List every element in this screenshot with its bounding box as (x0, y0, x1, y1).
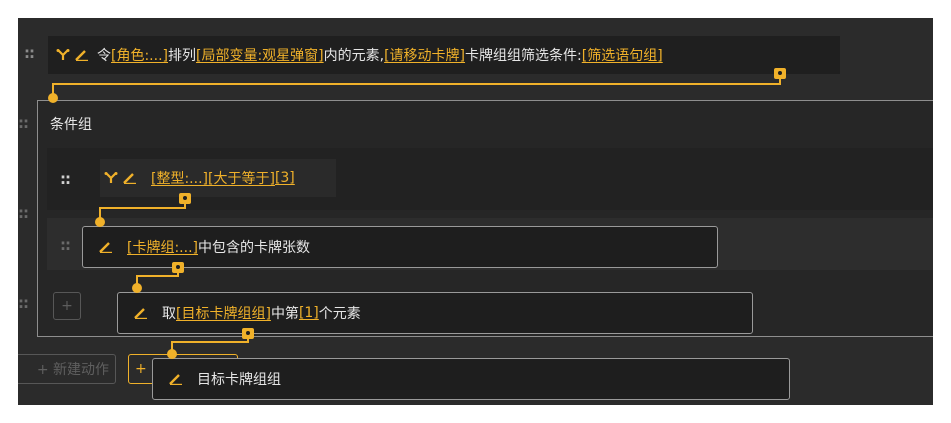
value-link[interactable]: [3] (275, 170, 295, 186)
variable-link[interactable]: [局部变量:观星弹窗] (196, 45, 324, 65)
pencil-icon[interactable] (134, 307, 148, 319)
new-action-button[interactable]: + 新建动作 (18, 354, 116, 384)
drag-handle-icon[interactable]: :: (60, 236, 71, 254)
action-prefix: 令 (97, 48, 111, 64)
int-compare-block[interactable]: [整型:...] [大于等于] [3] (100, 159, 336, 197)
pencil-icon[interactable] (123, 172, 137, 184)
action-text-1: 排列 (168, 48, 196, 64)
filter-link[interactable]: [筛选语句组] (582, 45, 663, 65)
action-text-2: 内的元素, (323, 48, 385, 64)
target-group-link[interactable]: [目标卡牌组组] (176, 303, 271, 323)
drag-handle-icon[interactable]: :: (24, 44, 35, 62)
take-suffix: 个元素 (318, 306, 361, 322)
index-link[interactable]: [1] (299, 305, 319, 321)
move-card-link[interactable]: [请移动卡牌] (384, 45, 465, 65)
operator-link[interactable]: [大于等于] (208, 168, 275, 188)
drag-handle-icon[interactable]: :: (18, 114, 29, 132)
drag-handle-icon[interactable]: :: (18, 204, 29, 222)
action-text-3: 卡牌组组筛选条件: (465, 48, 582, 64)
add-condition-button[interactable]: + (53, 292, 81, 320)
top-action-block[interactable]: 令 [角色:...] 排列 [局部变量:观星弹窗] 内的元素, [请移动卡牌] … (48, 36, 840, 74)
target-group-text: 目标卡牌组组 (197, 372, 281, 388)
branch-icon[interactable] (104, 172, 118, 184)
take-mid: 中第 (270, 306, 299, 322)
take-element-block[interactable]: 取 [目标卡牌组组] 中第 [1] 个元素 (117, 292, 753, 334)
condition-group-title: 条件组 (50, 117, 92, 133)
int-type-link[interactable]: [整型:...] (151, 168, 208, 188)
pencil-icon[interactable] (99, 241, 113, 253)
pencil-icon[interactable] (75, 49, 89, 61)
branch-icon[interactable] (56, 49, 70, 61)
drag-handle-icon[interactable]: :: (60, 170, 71, 188)
card-count-block[interactable]: [卡牌组:...] 中包含的卡牌张数 (82, 226, 718, 268)
take-prefix: 取 (162, 306, 176, 322)
editor-panel: :: 令 [角色:...] 排列 [局部变量:观星弹窗] 内的元素, [请移动卡… (18, 18, 933, 405)
drag-handle-icon[interactable]: :: (18, 294, 29, 312)
pencil-icon[interactable] (169, 373, 183, 385)
target-group-block[interactable]: 目标卡牌组组 (152, 358, 790, 400)
card-group-link[interactable]: [卡牌组:...] (127, 237, 198, 257)
role-link[interactable]: [角色:...] (111, 45, 168, 65)
count-text: 中包含的卡牌张数 (198, 240, 310, 256)
